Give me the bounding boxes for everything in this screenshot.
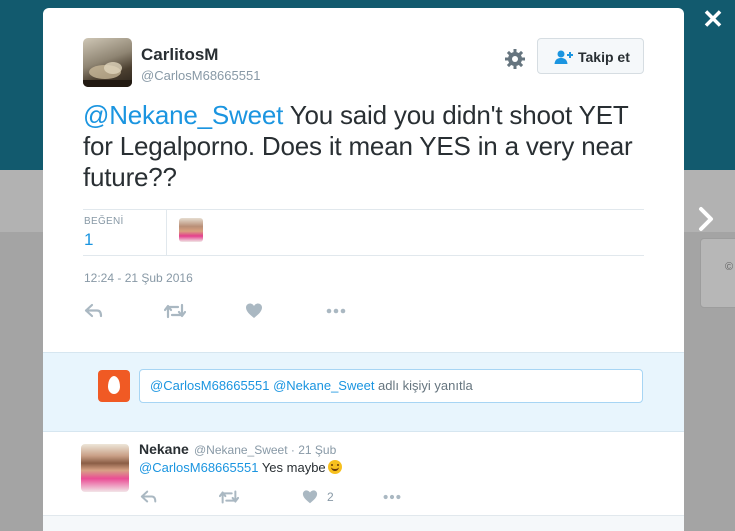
divider bbox=[83, 209, 644, 210]
heart-icon[interactable] bbox=[302, 488, 318, 506]
heart-icon[interactable] bbox=[245, 302, 263, 320]
likes-count[interactable]: 1 bbox=[84, 230, 93, 250]
background-panel: © bbox=[700, 238, 735, 308]
stats-separator bbox=[166, 210, 167, 255]
reply-text-mention[interactable]: @CarlosM68665551 bbox=[139, 460, 258, 475]
reply-text-body: Yes maybe bbox=[258, 460, 326, 475]
reply-like-count: 2 bbox=[327, 490, 334, 504]
reply-author-meta[interactable]: @Nekane_Sweet · 21 Şub bbox=[194, 443, 336, 457]
reply-text: @CarlosM68665551 Yes maybe bbox=[139, 460, 342, 475]
next-reply-strip bbox=[43, 515, 684, 531]
likes-label: BEĞENİ bbox=[84, 216, 124, 227]
more-icon[interactable] bbox=[382, 488, 402, 506]
egg-icon bbox=[98, 370, 130, 402]
gear-icon[interactable] bbox=[504, 48, 526, 70]
reply-icon[interactable] bbox=[140, 488, 158, 506]
author-name[interactable]: CarlitosM bbox=[141, 45, 218, 65]
tweet-text: @Nekane_Sweet You said you didn't shoot … bbox=[83, 100, 643, 193]
copyright-icon: © bbox=[725, 261, 734, 273]
tweet-mention[interactable]: @Nekane_Sweet bbox=[83, 100, 283, 130]
reply-mention-1: @CarlosM68665551 bbox=[150, 378, 270, 393]
reply-mention-2: @Nekane_Sweet bbox=[273, 378, 375, 393]
close-icon[interactable]: ✕ bbox=[700, 6, 726, 32]
reply-author-name[interactable]: Nekane bbox=[139, 441, 189, 457]
follow-button[interactable]: Takip et bbox=[537, 38, 644, 74]
divider bbox=[83, 255, 644, 256]
more-icon[interactable] bbox=[325, 302, 347, 320]
reply-author-avatar[interactable] bbox=[81, 444, 129, 492]
tweet-timestamp: 12:24 - 21 Şub 2016 bbox=[84, 271, 193, 285]
author-handle[interactable]: @CarlosM68665551 bbox=[141, 68, 260, 83]
follow-label: Takip et bbox=[578, 49, 630, 65]
reply-icon[interactable] bbox=[84, 302, 104, 320]
liker-avatar[interactable] bbox=[179, 218, 203, 242]
smiley-emoji-icon bbox=[327, 460, 342, 474]
tweet-modal: CarlitosM @CarlosM68665551 Takip et @Nek… bbox=[43, 8, 684, 531]
follow-user-icon bbox=[554, 50, 573, 64]
reply-input[interactable]: @CarlosM68665551 @Nekane_Sweet adlı kişi… bbox=[139, 369, 643, 403]
reply-suffix: adlı kişiyi yanıtla bbox=[374, 378, 473, 393]
reply-compose-area: @CarlosM68665551 @Nekane_Sweet adlı kişi… bbox=[43, 352, 684, 432]
retweet-icon[interactable] bbox=[164, 302, 186, 320]
author-avatar[interactable] bbox=[83, 38, 132, 87]
retweet-icon[interactable] bbox=[219, 488, 239, 506]
chevron-right-icon[interactable] bbox=[695, 204, 719, 234]
